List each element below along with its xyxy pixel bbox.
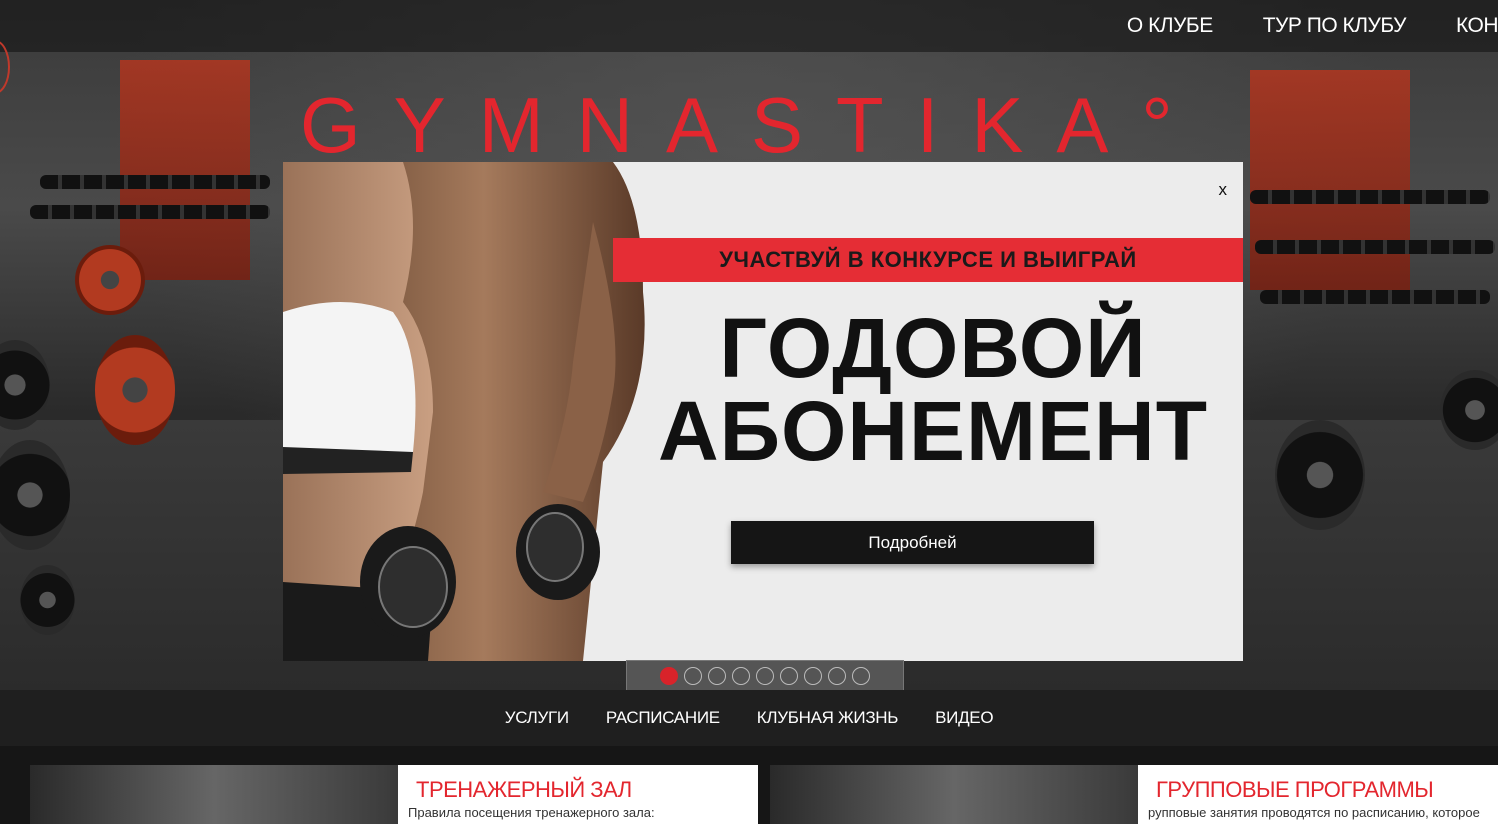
slider-dot[interactable] bbox=[708, 666, 726, 685]
card-title[interactable]: ТРЕНАЖЕРНЫЙ ЗАЛ bbox=[416, 777, 632, 803]
slider-dot[interactable] bbox=[756, 666, 774, 685]
headline-line-2: АБОНЕМЕНТ bbox=[657, 384, 1209, 478]
slider-dot[interactable] bbox=[828, 666, 846, 685]
dumbbell-rack bbox=[40, 175, 270, 189]
card-title[interactable]: ГРУППОВЫЕ ПРОГРАММЫ bbox=[1156, 777, 1434, 803]
card-desc: Правила посещения тренажерного зала: bbox=[408, 805, 655, 820]
gym-wall bbox=[1250, 70, 1410, 290]
nav-club-life[interactable]: КЛУБНАЯ ЖИЗНЬ bbox=[757, 708, 899, 728]
cards-section: ТРЕНАЖЕРНЫЙ ЗАЛ Правила посещения тренаж… bbox=[0, 746, 1498, 824]
dumbbell-rack bbox=[1260, 290, 1490, 304]
nav-video[interactable]: ВИДЕО bbox=[935, 708, 993, 728]
nav-contacts[interactable]: КОН bbox=[1456, 14, 1498, 38]
contest-popup: x УЧАСТВУЙ В КОНКУРСЕ И ВЫИГРАЙ ГОДОВОЙ … bbox=[283, 162, 1243, 661]
card-image bbox=[770, 765, 1138, 824]
slider-dot[interactable] bbox=[852, 666, 870, 685]
athletes-photo bbox=[283, 162, 663, 661]
dumbbell-rack bbox=[1255, 240, 1495, 254]
close-icon[interactable]: x bbox=[1219, 180, 1228, 200]
slider-dot[interactable] bbox=[732, 666, 750, 685]
nav-schedule[interactable]: РАСПИСАНИЕ bbox=[606, 708, 720, 728]
dumbbell-rack bbox=[1250, 190, 1490, 204]
weight-plate bbox=[95, 335, 175, 445]
weight-plate bbox=[0, 340, 50, 430]
dumbbell-rack bbox=[30, 205, 270, 219]
popup-headline: ГОДОВОЙ АБОНЕМЕНТ bbox=[623, 301, 1243, 478]
nav-about[interactable]: О КЛУБЕ bbox=[1127, 14, 1213, 38]
nav-tour[interactable]: ТУР ПО КЛУБУ bbox=[1263, 14, 1407, 38]
more-details-button[interactable]: Подробней bbox=[731, 521, 1094, 564]
brand-logo-text: GYMNASTIKA° bbox=[300, 81, 1206, 169]
weight-plate bbox=[75, 245, 145, 315]
slider-dot[interactable] bbox=[780, 666, 798, 685]
gym-wall bbox=[120, 60, 250, 280]
main-nav: УСЛУГИ РАСПИСАНИЕ КЛУБНАЯ ЖИЗНЬ ВИДЕО bbox=[0, 690, 1498, 746]
weight-plate bbox=[20, 565, 75, 635]
contest-ribbon: УЧАСТВУЙ В КОНКУРСЕ И ВЫИГРАЙ bbox=[613, 238, 1243, 282]
card-group-programs[interactable]: ГРУППОВЫЕ ПРОГРАММЫ рупповые занятия про… bbox=[770, 765, 1498, 824]
card-image bbox=[30, 765, 398, 824]
slider-dot[interactable] bbox=[804, 666, 822, 685]
nav-services[interactable]: УСЛУГИ bbox=[505, 708, 569, 728]
card-desc: рупповые занятия проводятся по расписани… bbox=[1148, 805, 1480, 820]
card-gym[interactable]: ТРЕНАЖЕРНЫЙ ЗАЛ Правила посещения тренаж… bbox=[30, 765, 758, 824]
weight-plate bbox=[1275, 420, 1365, 530]
slider-dot[interactable] bbox=[660, 666, 678, 685]
slider-dot[interactable] bbox=[684, 666, 702, 685]
slider-pagination bbox=[626, 660, 904, 691]
top-nav: О КЛУБЕ ТУР ПО КЛУБУ КОН bbox=[1077, 0, 1498, 52]
headline-line-1: ГОДОВОЙ bbox=[719, 301, 1147, 395]
